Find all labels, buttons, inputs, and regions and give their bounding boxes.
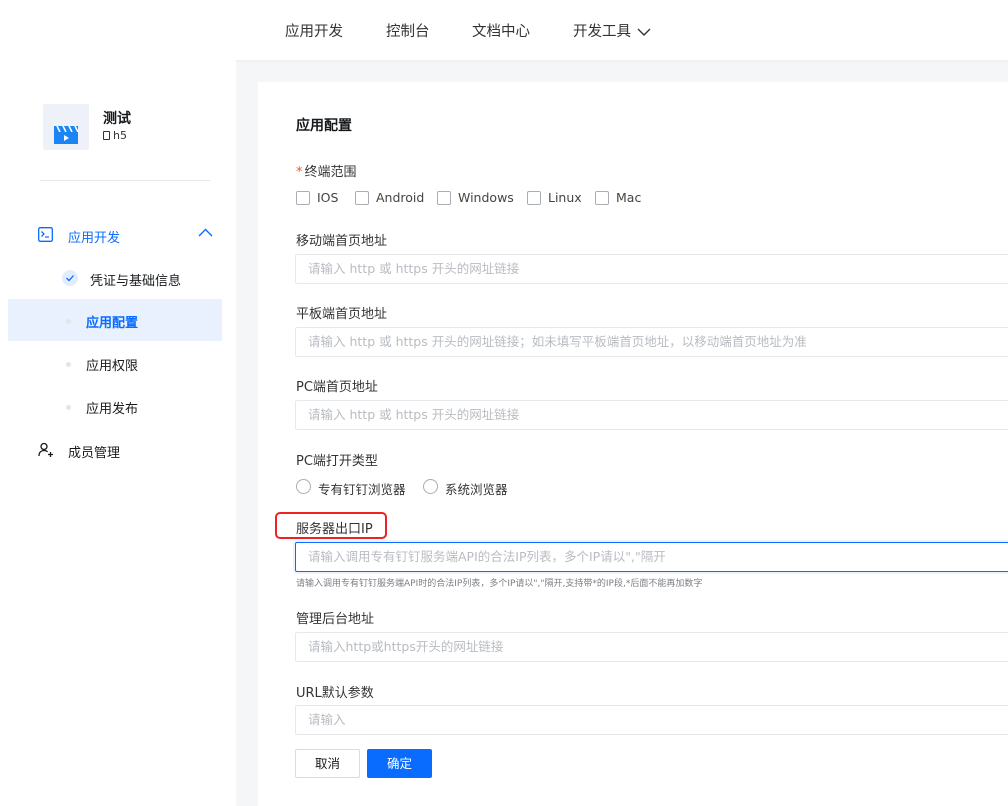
user-add-icon [38, 442, 53, 457]
mobile-url-label: 移动端首页地址 [296, 234, 388, 249]
highlight-box [275, 512, 387, 539]
tablet-url-input[interactable]: 请输入 http 或 https 开头的网址链接；如未填写平板端首页地址，以移动… [295, 327, 1008, 357]
admin-url-input[interactable]: 请输入http或https开头的网址链接 [295, 632, 1008, 662]
checkbox-label: IOS [317, 190, 339, 205]
bullet-dot-icon [66, 319, 71, 324]
admin-url-label: 管理后台地址 [296, 612, 375, 627]
sidebar-item-app-config[interactable]: 应用配置 [8, 299, 222, 341]
confirm-button[interactable]: 确定 [367, 749, 432, 778]
topnav-app-dev[interactable]: 应用开发 [285, 20, 343, 41]
url-params-input[interactable]: 请输入 [295, 705, 1008, 735]
server-ip-hint: 请输入调用专有钉钉服务端API时的合法IP列表，多个IP请以","隔开,支持带*… [296, 579, 703, 589]
chevron-up-icon[interactable] [198, 228, 213, 237]
checkbox-label: Linux [548, 190, 582, 205]
topnav-docs[interactable]: 文档中心 [472, 20, 530, 41]
top-navigation-bar: 应用开发 控制台 文档中心 开发工具 [0, 0, 1008, 60]
checkbox-box[interactable] [527, 191, 541, 205]
sidebar-item-label: 应用权限 [86, 359, 139, 374]
terminal-range-label: * 终端范围 [296, 161, 357, 180]
sidebar-item-credentials[interactable]: 凭证与基础信息 [8, 257, 222, 299]
bullet-dot-icon [66, 362, 71, 367]
radio-circle[interactable] [423, 479, 438, 494]
app-icon [43, 104, 89, 150]
chevron-down-icon [637, 28, 651, 36]
check-circle-icon [62, 270, 78, 286]
checkbox-box[interactable] [437, 191, 451, 205]
bullet-dot-icon [66, 405, 71, 410]
required-mark: * [296, 165, 303, 180]
page-title: 应用配置 [296, 118, 352, 134]
app-name: 测试 [103, 111, 131, 127]
checkbox-label: Android [376, 190, 425, 205]
sidebar-group-app-dev[interactable]: 应用开发 [38, 226, 218, 246]
pc-open-type-label: PC端打开类型 [296, 454, 378, 469]
topnav-console[interactable]: 控制台 [386, 20, 430, 41]
checkbox-box[interactable] [355, 191, 369, 205]
radio-label: 系统浏览器 [445, 482, 508, 497]
terminal-icon [38, 227, 53, 242]
tablet-url-label: 平板端首页地址 [296, 307, 388, 322]
terminal-range-label-text: 终端范围 [304, 165, 357, 180]
radio-label: 专有钉钉浏览器 [318, 482, 406, 497]
sidebar-item-label: 凭证与基础信息 [90, 274, 182, 289]
app-type-label: h5 [113, 129, 127, 142]
url-params-label: URL默认参数 [296, 686, 374, 701]
clapperboard-icon [54, 126, 78, 144]
topnav-dev-tools[interactable]: 开发工具 [573, 20, 651, 41]
mobile-url-input[interactable]: 请输入 http 或 https 开头的网址链接 [295, 254, 1008, 284]
cancel-button[interactable]: 取消 [295, 749, 360, 778]
sidebar-item-app-release[interactable]: 应用发布 [8, 385, 222, 427]
checkbox-box[interactable] [296, 191, 310, 205]
sidebar-item-app-permissions[interactable]: 应用权限 [8, 342, 222, 384]
mobile-icon [103, 131, 110, 140]
checkbox-label: Windows [458, 190, 514, 205]
topnav-dev-tools-label: 开发工具 [573, 24, 631, 40]
sidebar-item-label: 应用配置 [86, 316, 139, 331]
checkbox-label: Mac [616, 190, 642, 205]
sidebar-divider [40, 180, 210, 181]
sidebar-item-label: 成员管理 [68, 446, 121, 461]
server-ip-input[interactable]: 请输入调用专有钉钉服务端API的合法IP列表，多个IP请以","隔开 [295, 542, 1008, 572]
app-type: h5 [103, 129, 127, 142]
sidebar-group-label: 应用开发 [68, 231, 121, 246]
checkbox-box[interactable] [595, 191, 609, 205]
radio-circle[interactable] [296, 479, 311, 494]
pc-url-label: PC端首页地址 [296, 380, 378, 395]
sidebar [0, 60, 236, 806]
sidebar-item-label: 应用发布 [86, 402, 139, 417]
pc-url-input[interactable]: 请输入 http 或 https 开头的网址链接 [295, 400, 1008, 430]
